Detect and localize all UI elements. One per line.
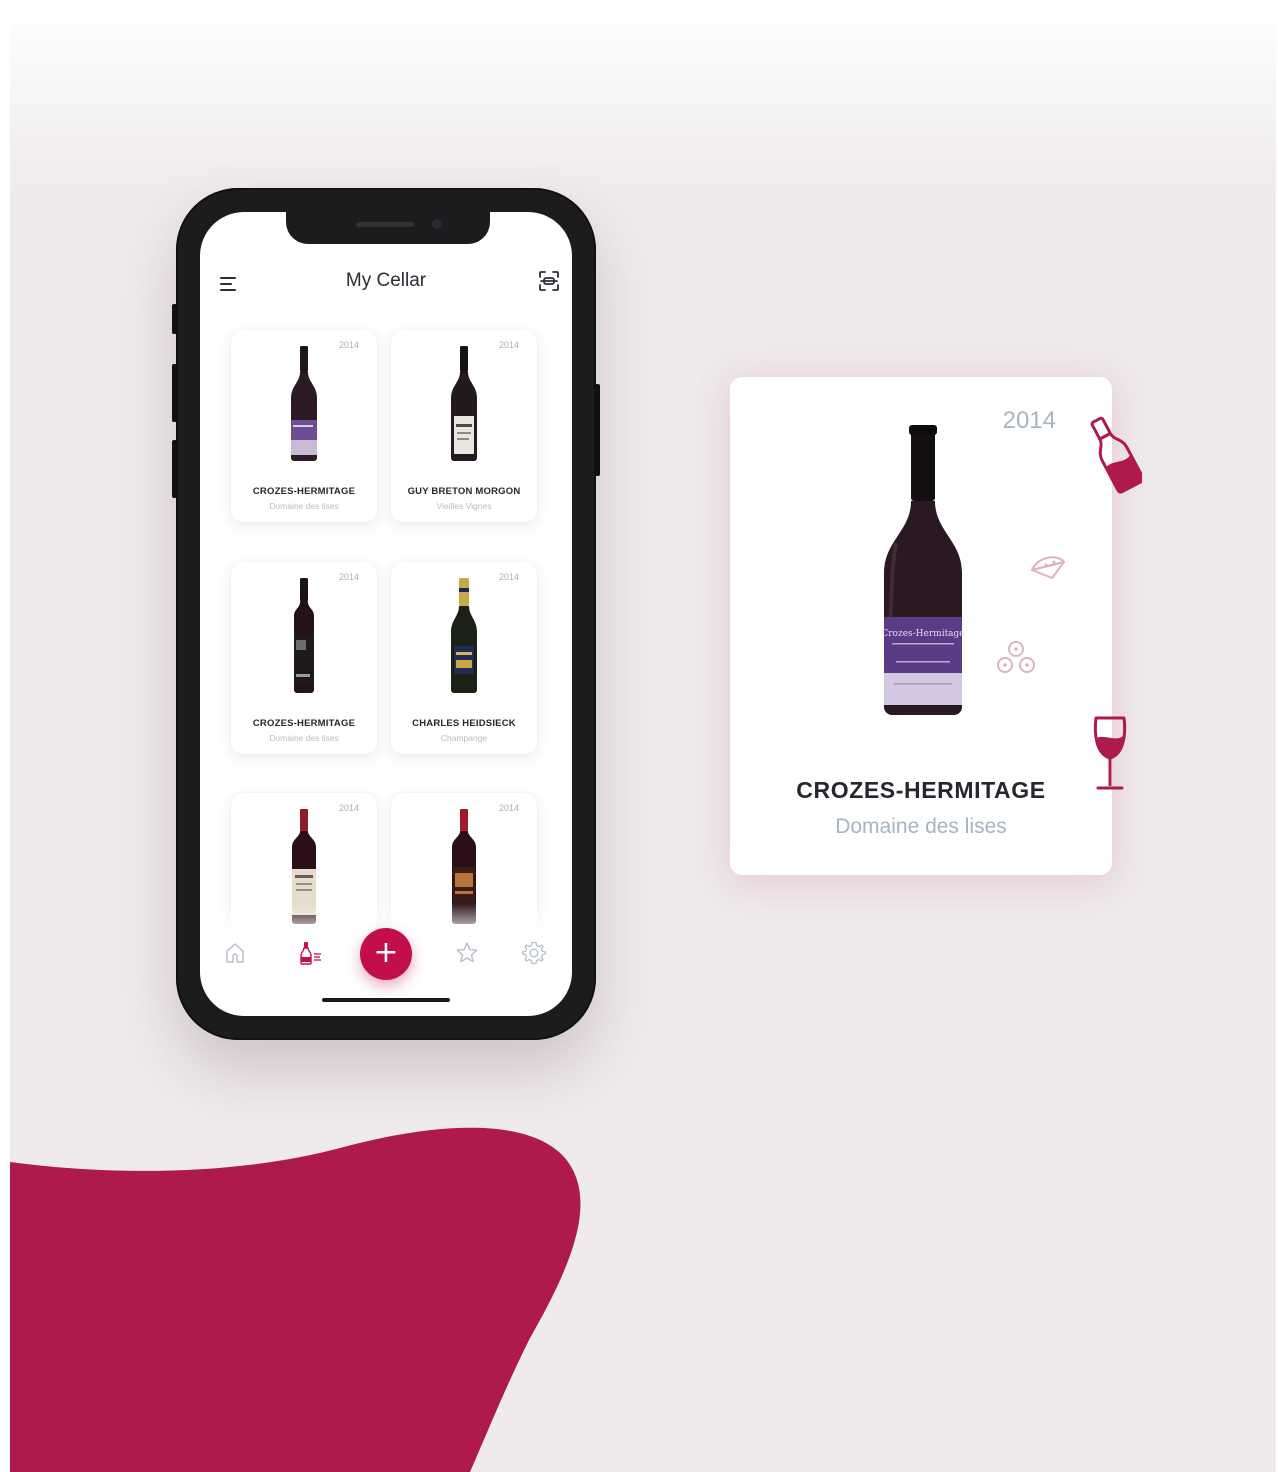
wine-domain: Vieilles Vignes [436,501,492,511]
wine-glass-icon [1093,716,1127,790]
add-wine-button[interactable]: + [360,928,412,980]
phone-screen: My Cellar 2014 CROZES-HERMITAGE Domaine … [200,212,572,1016]
wine-domain: Domaine des lises [269,501,339,511]
wine-detail-card[interactable]: 2014 Crozes-Hermitage CROZES-HERMITAGE D… [730,377,1112,875]
phone-notch [286,212,490,244]
wine-card[interactable]: 2014 CHARLES HEIDSIECK Champange [391,562,537,754]
phone-mockup: My Cellar 2014 CROZES-HERMITAGE Domaine … [172,188,600,1040]
wine-domain: Domaine des lises [269,733,339,743]
settings-icon[interactable] [521,940,547,966]
wine-year: 2014 [498,572,519,582]
star-icon[interactable] [454,940,480,966]
detail-year: 2014 [1002,407,1056,434]
wine-card[interactable]: 2014 CROZES-HERMITAGE Domaine des lises [231,562,377,754]
wine-name: CROZES-HERMITAGE [252,718,356,729]
wine-bottle-image [291,346,317,461]
wine-bottle-image: Crozes-Hermitage [881,425,965,715]
wine-year: 2014 [338,803,359,813]
wine-grid: 2014 CROZES-HERMITAGE Domaine des lises … [200,322,572,942]
wine-name: CROZES-HERMITAGE [252,486,356,497]
cellar-list-icon[interactable] [298,940,324,966]
wine-year: 2014 [498,803,519,813]
svg-text:Crozes-Hermitage: Crozes-Hermitage [881,629,964,639]
wine-name: CHARLES HEIDSIECK [412,718,516,729]
wine-year: 2014 [498,340,519,350]
wine-year: 2014 [338,340,359,350]
wine-card[interactable]: 2014 GUY BRETON MORGON Vieilles Vignes [391,330,537,522]
wine-bottle-icon [1090,416,1142,494]
home-indicator [322,998,450,1002]
cheese-icon [1031,556,1065,579]
grapes-icon [997,641,1035,673]
wine-card[interactable]: 2014 CROZES-HERMITAGE Domaine des lises [231,330,377,522]
wine-domain: Champange [440,733,488,743]
detail-wine-name: CROZES-HERMITAGE [796,777,1046,803]
home-icon[interactable] [222,940,248,966]
page-title: My Cellar [345,270,427,291]
background-canvas: My Cellar 2014 CROZES-HERMITAGE Domaine … [10,8,1276,1472]
scan-icon[interactable] [538,270,560,292]
wine-name: GUY BRETON MORGON [407,486,521,497]
app-header: My Cellar [200,254,572,310]
wine-bottle-image [294,578,314,693]
detail-wine-domain: Domaine des lises [835,815,1007,838]
wine-bottle-image [451,346,477,461]
wine-year: 2014 [338,572,359,582]
bottom-tab-bar: + [200,928,572,988]
wine-bottle-image [451,578,477,693]
